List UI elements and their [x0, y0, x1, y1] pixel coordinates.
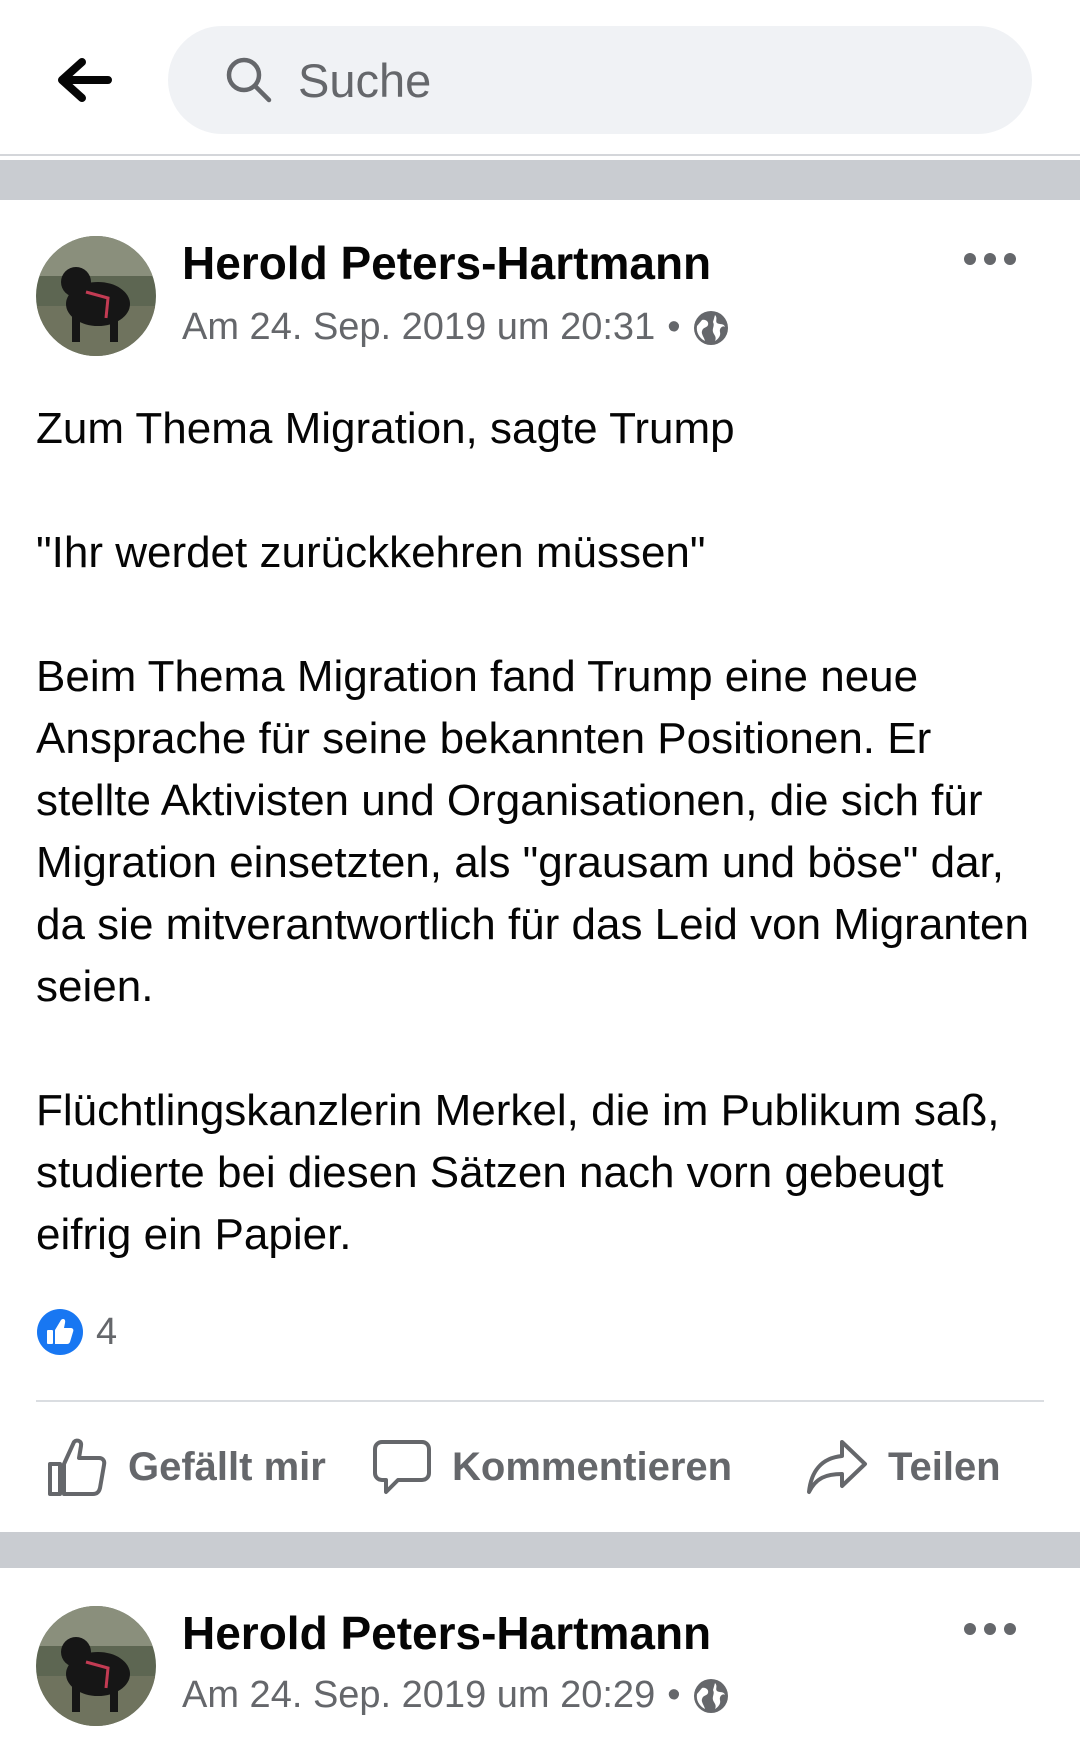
share-icon [807, 1440, 867, 1494]
comment-label: Kommentieren [452, 1444, 733, 1489]
search-input[interactable] [296, 51, 940, 109]
post-card: Herold Peters-Hartmann Am 24. Sep. 2019 … [0, 1568, 1080, 1740]
like-icon [37, 1309, 83, 1355]
more-options-button[interactable] [950, 234, 1030, 284]
reaction-count: 4 [96, 1310, 118, 1353]
post-paragraph: Flüchtlingskanzlerin Merkel, die im Publ… [36, 1086, 1000, 1259]
comment-icon [373, 1440, 431, 1494]
back-button[interactable] [48, 46, 122, 114]
more-icon [964, 253, 1016, 265]
post-meta: Am 24. Sep. 2019 um 20:31 • [182, 306, 729, 349]
action-bar: Gefällt mir Kommentieren Teilen [0, 1422, 1080, 1512]
author-name[interactable]: Herold Peters-Hartmann [182, 236, 711, 290]
reactions-summary[interactable]: 4 [36, 1308, 117, 1356]
top-bar [0, 0, 1080, 156]
post-text: Zum Thema Migration, sagte Trump "Ihr we… [36, 398, 1046, 1266]
post-card: Herold Peters-Hartmann Am 24. Sep. 2019 … [0, 200, 1080, 1532]
share-label: Teilen [888, 1444, 1001, 1489]
post-paragraph: Zum Thema Migration, sagte Trump [36, 404, 735, 453]
feed-divider [0, 1532, 1080, 1568]
meta-separator: • [667, 306, 681, 348]
author-name[interactable]: Herold Peters-Hartmann [182, 1606, 711, 1660]
more-options-button[interactable] [950, 1604, 1030, 1654]
like-label: Gefällt mir [128, 1444, 326, 1489]
feed-divider [0, 160, 1080, 200]
like-button[interactable]: Gefällt mir [46, 1422, 326, 1512]
share-button[interactable]: Teilen [806, 1422, 1001, 1512]
globe-icon [693, 310, 728, 345]
post-paragraph: "Ihr werdet zurückkehren müssen" [36, 528, 706, 577]
avatar[interactable] [36, 1606, 156, 1726]
post-meta: Am 24. Sep. 2019 um 20:29 • [182, 1674, 729, 1717]
action-divider [36, 1400, 1044, 1402]
comment-button[interactable]: Kommentieren [372, 1422, 732, 1512]
globe-icon [693, 1678, 728, 1713]
search-icon [226, 57, 272, 103]
timestamp[interactable]: Am 24. Sep. 2019 um 20:31 [182, 306, 655, 349]
post-paragraph: Beim Thema Migration fand Trump eine neu… [36, 652, 1029, 1011]
search-bar[interactable] [168, 26, 1032, 134]
thumbs-up-icon [48, 1438, 107, 1496]
timestamp[interactable]: Am 24. Sep. 2019 um 20:29 [182, 1674, 655, 1717]
back-arrow-icon [58, 58, 112, 102]
avatar[interactable] [36, 236, 156, 356]
meta-separator: • [667, 1674, 681, 1716]
more-icon [964, 1623, 1016, 1635]
